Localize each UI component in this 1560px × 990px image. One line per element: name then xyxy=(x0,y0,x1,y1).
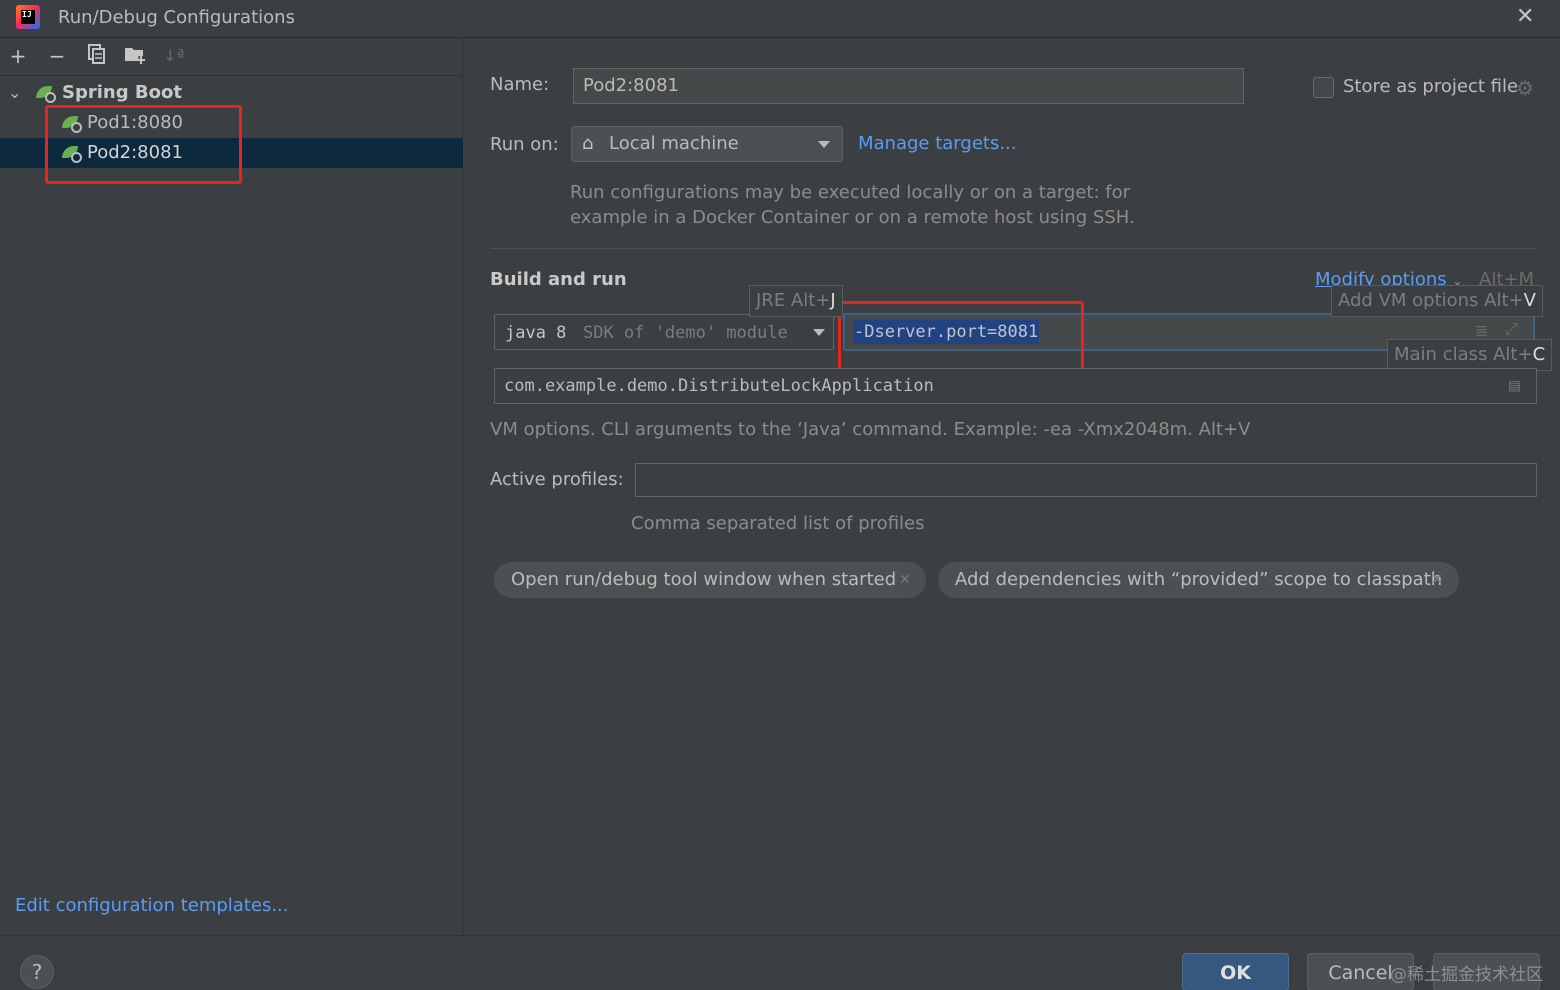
chip-label: Add dependencies with “provided” scope t… xyxy=(955,569,1443,590)
logo-text: IJ xyxy=(21,10,35,24)
run-on-dropdown[interactable]: ⌂ Local machine xyxy=(571,126,843,162)
close-icon[interactable]: ✕ xyxy=(899,562,911,598)
tree-group-spring-boot[interactable]: ⌄ Spring Boot xyxy=(0,78,463,108)
jre-tooltip-key: J xyxy=(830,290,836,311)
list-icon[interactable]: ≣ xyxy=(1475,321,1488,340)
run-on-hint-line1: Run configurations may be executed local… xyxy=(570,182,1131,203)
main-class-tooltip-key: C xyxy=(1532,344,1546,365)
vm-options-hint: VM options. CLI arguments to the ‘Java’ … xyxy=(490,419,1251,440)
build-and-run-heading: Build and run xyxy=(490,269,627,290)
chevron-down-icon[interactable]: ⌄ xyxy=(8,78,21,108)
intellij-logo-icon: IJ xyxy=(16,5,40,29)
chip-label: Open run/debug tool window when started xyxy=(511,569,897,590)
chip-open-tool-window[interactable]: Open run/debug tool window when started … xyxy=(494,562,926,598)
chevron-down-icon xyxy=(813,329,825,336)
jre-value: java 8 xyxy=(505,323,567,343)
add-icon[interactable]: + xyxy=(6,44,30,68)
run-on-hint-line2: example in a Docker Container or on a re… xyxy=(570,207,1135,228)
manage-targets-link[interactable]: Manage targets... xyxy=(858,133,1017,154)
add-vm-tooltip: Add VM options Alt+V xyxy=(1331,285,1543,317)
browse-icon[interactable]: ▤ xyxy=(1509,369,1520,403)
watermark: @稀土掘金技术社区 xyxy=(1390,965,1543,985)
add-vm-tooltip-text: Add VM options Alt+ xyxy=(1338,290,1524,311)
close-icon[interactable]: ✕ xyxy=(1431,562,1443,598)
window-title: Run/Debug Configurations xyxy=(58,7,295,28)
jre-dropdown[interactable]: java 8 SDK of 'demo' module xyxy=(494,314,834,350)
highlight-box xyxy=(45,105,242,184)
main-class-tooltip: Main class Alt+C xyxy=(1387,339,1553,371)
gear-icon[interactable]: ⚙ xyxy=(1516,76,1534,100)
main-class-tooltip-text: Main class Alt+ xyxy=(1394,344,1533,365)
add-vm-tooltip-key: V xyxy=(1523,290,1536,311)
name-field[interactable]: Pod2:8081 xyxy=(573,68,1244,104)
run-on-label: Run on: xyxy=(490,134,559,155)
sort-icon[interactable]: ↓ª xyxy=(162,44,186,68)
highlight-box xyxy=(838,301,1084,371)
chevron-down-icon xyxy=(818,141,830,148)
close-icon[interactable]: ✕ xyxy=(1516,4,1534,29)
home-icon: ⌂ xyxy=(582,133,594,154)
active-profiles-hint: Comma separated list of profiles xyxy=(631,513,925,534)
jre-tooltip: JRE Alt+J xyxy=(749,285,843,317)
main-class-value: com.example.demo.DistributeLockApplicati… xyxy=(504,376,934,396)
spring-boot-icon xyxy=(36,84,58,103)
store-as-project-checkbox[interactable] xyxy=(1313,77,1334,98)
expand-icon[interactable]: ⤢ xyxy=(1505,319,1518,339)
chip-add-dependencies[interactable]: Add dependencies with “provided” scope t… xyxy=(938,562,1459,598)
tree-group-label: Spring Boot xyxy=(62,82,182,103)
configurations-toolbar xyxy=(0,39,463,76)
active-profiles-field[interactable] xyxy=(635,463,1537,497)
main-class-field[interactable]: com.example.demo.DistributeLockApplicati… xyxy=(494,368,1537,404)
remove-icon[interactable]: − xyxy=(45,44,69,68)
ok-button[interactable]: OK xyxy=(1182,953,1289,990)
store-as-project-label: Store as project file xyxy=(1343,76,1519,97)
help-button[interactable]: ? xyxy=(20,955,54,989)
edit-templates-link[interactable]: Edit configuration templates... xyxy=(15,895,289,916)
copy-icon[interactable] xyxy=(84,44,108,68)
active-profiles-label: Active profiles: xyxy=(490,469,624,490)
folder-icon[interactable] xyxy=(123,44,147,68)
name-label: Name: xyxy=(490,74,550,95)
run-on-value: Local machine xyxy=(609,133,739,154)
divider xyxy=(490,248,1537,249)
jre-detail: SDK of 'demo' module xyxy=(583,323,788,343)
jre-tooltip-text: JRE Alt+ xyxy=(756,290,831,311)
